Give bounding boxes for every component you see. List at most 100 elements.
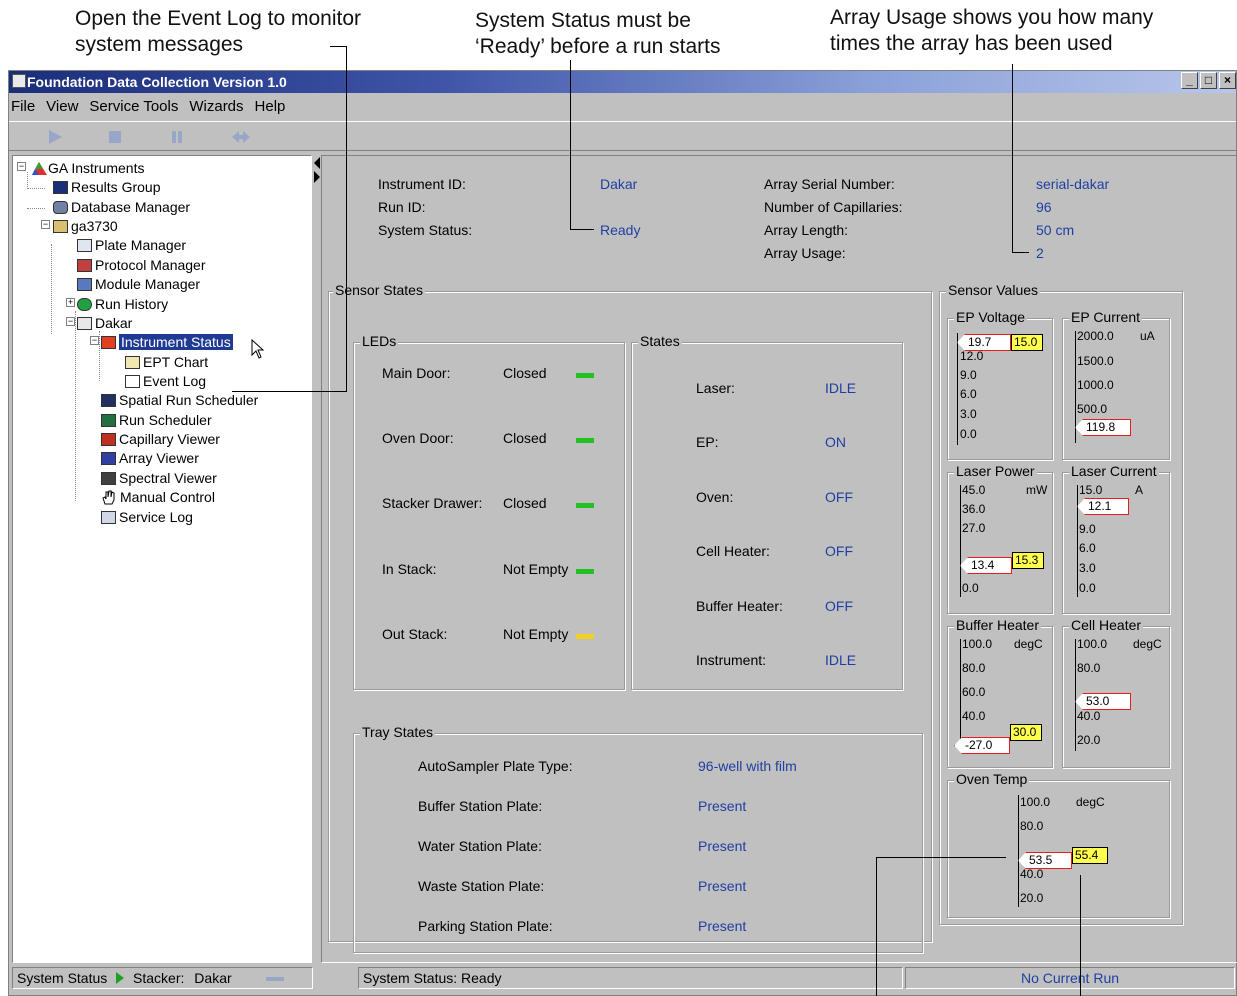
- skip-icon[interactable]: [231, 130, 251, 144]
- callout-system-status: System Status must be ‘Ready’ before a r…: [475, 9, 721, 58]
- array-serial-value: serial-dakar: [1036, 176, 1110, 192]
- stacker-label: Stacker:: [133, 970, 185, 986]
- chart-icon: [125, 355, 140, 369]
- current-value-pointer: 12.1: [1077, 498, 1129, 515]
- tree-item-event-log[interactable]: Event Log: [125, 372, 206, 390]
- tree-item-service-log[interactable]: Service Log: [101, 508, 193, 526]
- stop-icon[interactable]: [107, 130, 123, 144]
- close-button[interactable]: ×: [1219, 72, 1236, 89]
- menu-help[interactable]: Help: [253, 95, 295, 117]
- state-value: IDLE: [825, 652, 857, 668]
- tree-item-spectral-viewer[interactable]: Spectral Viewer: [101, 469, 217, 487]
- menu-wizards[interactable]: Wizards: [187, 95, 252, 117]
- tick-label: 80.0: [962, 661, 986, 675]
- protocol-icon: [77, 258, 92, 272]
- tick-label: 6.0: [1079, 541, 1096, 555]
- instrument-id-label: Instrument ID:: [378, 176, 466, 192]
- array-usage-value: 2: [1036, 245, 1044, 261]
- state-label: EP:: [696, 434, 719, 450]
- states-title: States: [638, 333, 682, 349]
- play-icon[interactable]: [47, 130, 63, 144]
- tree-item-capillary-viewer[interactable]: Capillary Viewer: [101, 430, 220, 448]
- tree-item-results-group[interactable]: Results Group: [53, 178, 160, 196]
- tree-item-run-history[interactable]: Run History: [77, 295, 168, 313]
- tick-label: 0.0: [960, 427, 977, 441]
- pause-icon[interactable]: [169, 130, 185, 144]
- led-label: Main Door:: [382, 365, 451, 381]
- minimize-button[interactable]: _: [1181, 72, 1198, 89]
- status-bar: System Status Stacker: Dakar System Stat…: [12, 965, 1235, 991]
- ep-current-gauge: EP Current 2000.0 uA 1500.0 1000.0 500.0…: [1062, 309, 1170, 460]
- tree-item-manual-control[interactable]: Manual Control: [101, 488, 215, 506]
- collapse-toggle[interactable]: −: [90, 336, 99, 345]
- led-value: Closed: [503, 495, 547, 511]
- spatial-scheduler-icon: [101, 393, 116, 407]
- tree-item-protocol-manager[interactable]: Protocol Manager: [77, 256, 206, 274]
- tray-label: AutoSampler Plate Type:: [418, 758, 573, 774]
- setpoint-box: 15.0: [1011, 334, 1043, 351]
- system-status-value: Ready: [600, 222, 641, 238]
- led-indicator: [576, 373, 594, 378]
- setpoint-box: 30.0: [1010, 724, 1042, 741]
- state-value: OFF: [825, 489, 853, 505]
- title-bar: Foundation Data Collection Version 1.0 _…: [9, 71, 1236, 93]
- setpoint-box: 15.3: [1012, 552, 1044, 569]
- maximize-button[interactable]: □: [1200, 72, 1217, 89]
- database-icon: [53, 200, 68, 214]
- leds-group: LEDs Main Door: Closed Oven Door: Closed…: [353, 333, 625, 690]
- tree-item-ga-instruments[interactable]: GA Instruments: [31, 159, 144, 177]
- array-length-value: 50 cm: [1036, 222, 1075, 238]
- tree-item-plate-manager[interactable]: Plate Manager: [77, 236, 186, 254]
- tree-item-instrument-status[interactable]: Instrument Status: [101, 333, 233, 351]
- tree-item-run-scheduler[interactable]: Run Scheduler: [101, 411, 212, 429]
- run-scheduler-icon: [101, 413, 116, 427]
- tray-value: Present: [698, 878, 747, 894]
- menu-service-tools[interactable]: Service Tools: [87, 95, 187, 117]
- tick-label: 0.0: [962, 581, 979, 595]
- tree-item-spatial-run-scheduler[interactable]: Spatial Run Scheduler: [101, 391, 258, 409]
- capillaries-label: Number of Capillaries:: [764, 199, 903, 215]
- menu-file[interactable]: File: [9, 95, 44, 117]
- gauge-title: Laser Current: [1069, 463, 1159, 479]
- tree-item-array-viewer[interactable]: Array Viewer: [101, 449, 199, 467]
- tick-label: 60.0: [962, 685, 986, 699]
- menu-view[interactable]: View: [44, 95, 87, 117]
- current-run-panel: No Current Run: [905, 967, 1235, 989]
- collapse-toggle[interactable]: −: [66, 317, 75, 326]
- tick-label: 2000.0: [1077, 329, 1114, 343]
- tick-label: 100.0: [962, 637, 993, 651]
- tick-label: 40.0: [962, 709, 986, 723]
- gauge-unit: mW: [1026, 483, 1048, 497]
- tick-label: 500.0: [1077, 402, 1108, 416]
- tray-value: Present: [698, 918, 747, 934]
- current-value-pointer: 53.0: [1075, 693, 1131, 710]
- tree-item-dakar[interactable]: Dakar: [77, 314, 132, 332]
- ga-instruments-icon: [32, 161, 47, 175]
- expand-toggle[interactable]: +: [66, 298, 75, 307]
- gauge-title: EP Current: [1069, 309, 1142, 325]
- event-log-icon: [125, 374, 140, 388]
- navigation-tree: − GA Instruments Results Group Database …: [12, 155, 312, 963]
- run-id-label: Run ID:: [378, 199, 426, 215]
- tree-item-ept-chart[interactable]: EPT Chart: [125, 353, 208, 371]
- state-value: IDLE: [825, 380, 857, 396]
- instrument-status-panel: Instrument ID: Dakar Run ID: System Stat…: [321, 155, 1237, 963]
- state-label: Oven:: [696, 489, 734, 505]
- led-value: Closed: [503, 430, 547, 446]
- run-history-icon: [77, 297, 92, 311]
- gauge-title: EP Voltage: [954, 309, 1028, 325]
- leds-title: LEDs: [360, 333, 399, 349]
- tree-item-database-manager[interactable]: Database Manager: [53, 198, 190, 216]
- tree-item-ga3730[interactable]: ga3730: [53, 217, 118, 235]
- tick-label: 40.0: [1077, 709, 1101, 723]
- tick-label: 15.0: [1079, 483, 1103, 497]
- tick-label: 9.0: [1079, 522, 1096, 536]
- tree-item-module-manager[interactable]: Module Manager: [77, 275, 200, 293]
- results-group-icon: [53, 180, 68, 194]
- sensor-values-group: Sensor Values EP Voltage 12.0 9.0 6.0 3.…: [939, 282, 1183, 925]
- collapse-toggle[interactable]: −: [41, 220, 50, 229]
- array-usage-label: Array Usage:: [764, 245, 846, 261]
- led-indicator: [576, 634, 594, 639]
- laser-power-gauge: Laser Power 45.0 mW 36.0 27.0 0.0 13.4 1…: [947, 463, 1053, 614]
- collapse-toggle[interactable]: −: [17, 162, 26, 171]
